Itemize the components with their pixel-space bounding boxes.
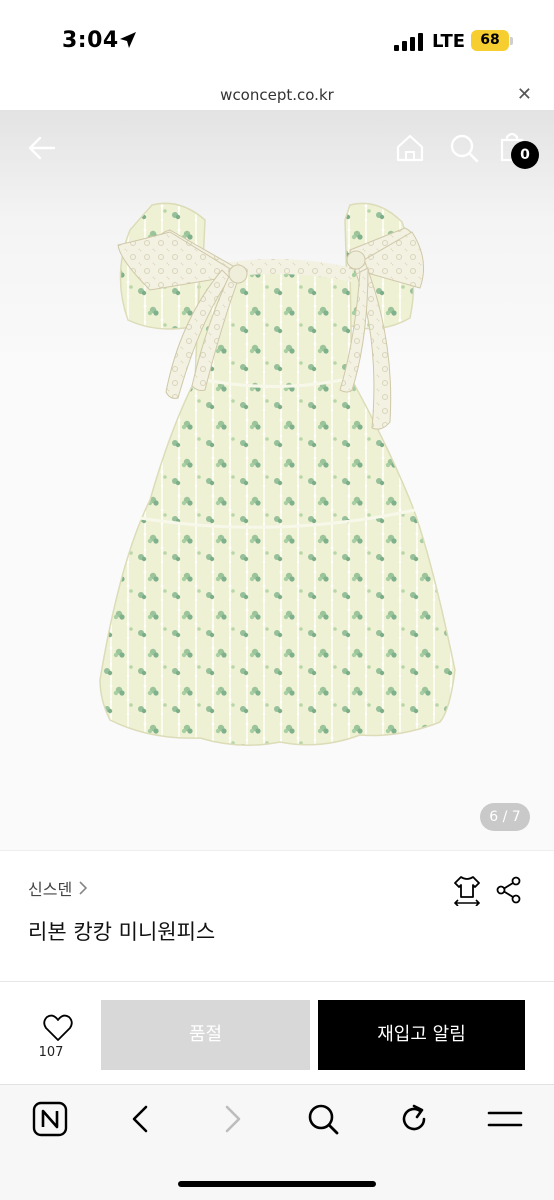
battery-level: 68	[471, 30, 509, 51]
status-bar: 3:04 LTE 68	[0, 0, 554, 80]
signal-icon	[394, 33, 423, 51]
cart-count-badge[interactable]: 0	[511, 141, 539, 169]
soldout-button[interactable]: 품절	[101, 1000, 310, 1070]
naver-icon[interactable]	[31, 1100, 69, 1138]
network-type: LTE	[432, 31, 466, 52]
search-icon[interactable]	[448, 132, 480, 164]
refresh-icon[interactable]	[395, 1100, 433, 1138]
status-time: 3:04	[62, 28, 119, 53]
brand-link[interactable]: 신스덴	[28, 876, 88, 900]
url-text[interactable]: wconcept.co.kr	[0, 86, 554, 104]
chevron-right-icon	[79, 881, 88, 895]
product-name: 리본 캉캉 미니원피스	[28, 920, 216, 944]
search-icon[interactable]	[304, 1100, 342, 1138]
home-icon[interactable]	[394, 132, 426, 164]
product-image	[99, 202, 456, 746]
back-arrow-icon[interactable]	[26, 132, 58, 164]
battery-cap	[510, 37, 513, 45]
image-counter: 6 / 7	[480, 803, 530, 831]
back-icon[interactable]	[122, 1100, 160, 1138]
brand-name[interactable]: 신스덴	[28, 876, 72, 900]
close-icon[interactable]: ✕	[517, 84, 532, 105]
menu-icon[interactable]	[486, 1100, 524, 1138]
size-guide-icon[interactable]	[452, 874, 482, 906]
forward-icon[interactable]	[213, 1100, 251, 1138]
restock-alert-button[interactable]: 재입고 알림	[318, 1000, 525, 1070]
url-bar[interactable]: wconcept.co.kr ✕	[0, 80, 554, 110]
home-indicator	[178, 1181, 376, 1187]
heart-icon[interactable]	[36, 1014, 80, 1042]
product-image-gallery[interactable]	[0, 110, 554, 850]
location-arrow-icon	[120, 32, 136, 48]
share-icon[interactable]	[496, 876, 522, 904]
like-count: 107	[38, 1045, 64, 1060]
